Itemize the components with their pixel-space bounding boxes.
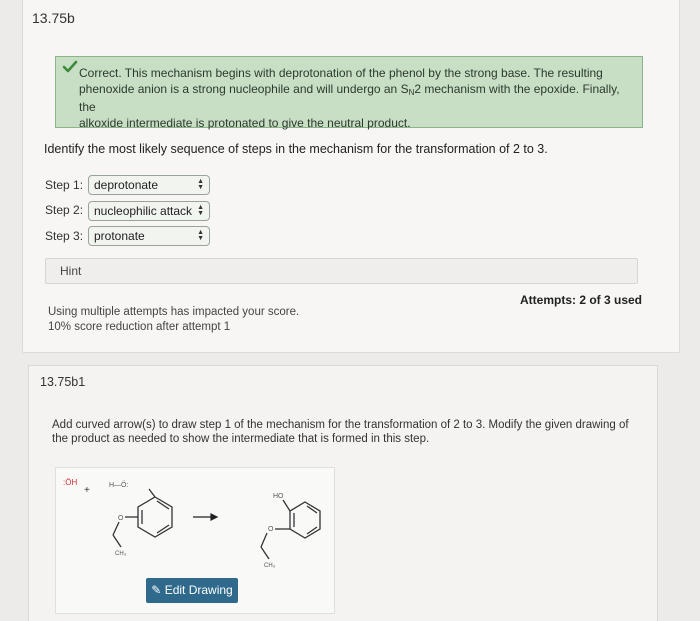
feedback-line-2: phenoxide anion is a strong nucleophile … [79, 81, 620, 115]
right-methyl-label: CH₃ [264, 563, 276, 569]
ho-label: HO [273, 493, 284, 500]
subquestion-id: 13.75b1 [40, 375, 86, 389]
feedback-line-1: Correct. This mechanism begins with depr… [79, 66, 603, 80]
left-methyl-label: CH₃ [115, 551, 127, 557]
edit-drawing-button[interactable]: ✎ Edit Drawing [146, 578, 238, 603]
step-3-label: Step 3: [45, 229, 84, 243]
feedback-text: Correct. This mechanism begins with depr… [79, 66, 637, 131]
score-note-2: 10% score reduction after attempt 1 [48, 321, 231, 333]
question-prompt: Identify the most likely sequence of ste… [44, 142, 548, 156]
pencil-icon: ✎ [151, 583, 162, 597]
reaction-arrow [193, 513, 219, 521]
step-1-select[interactable]: deprotonate ▲ ▼ [88, 175, 210, 195]
select-arrows-icon: ▲ ▼ [197, 178, 204, 191]
step-2-label: Step 2: [45, 203, 84, 217]
hint-button[interactable]: Hint [45, 258, 638, 284]
select-arrows-icon: ▲ ▼ [197, 229, 204, 242]
left-oxygen-label: O [118, 515, 124, 522]
hydroxide-label: :ÖH [63, 478, 77, 487]
question-id: 13.75b [32, 10, 75, 26]
step-3-select[interactable]: protonate ▲ ▼ [88, 226, 210, 246]
feedback-line-3: alkoxide intermediate is protonated to g… [79, 115, 411, 130]
plus-sign: + [84, 485, 90, 496]
mechanism-drawing: :ÖH + H—Ö: O CH₃ HO O CH₃ [63, 478, 321, 569]
step-1-label: Step 1: [45, 178, 84, 192]
checkmark-icon [62, 60, 78, 73]
step-2-select[interactable]: nucleophilic attack ▲ ▼ [88, 201, 210, 221]
phenol-oh-label: H—Ö: [109, 481, 129, 489]
select-arrows-icon: ▲ ▼ [197, 204, 204, 217]
subquestion-instruction: Add curved arrow(s) to draw step 1 of th… [52, 419, 629, 445]
right-oxygen-label: O [268, 526, 274, 533]
attempts-counter: Attempts: 2 of 3 used [520, 293, 643, 307]
score-note-1: Using multiple attempts has impacted you… [48, 306, 300, 318]
